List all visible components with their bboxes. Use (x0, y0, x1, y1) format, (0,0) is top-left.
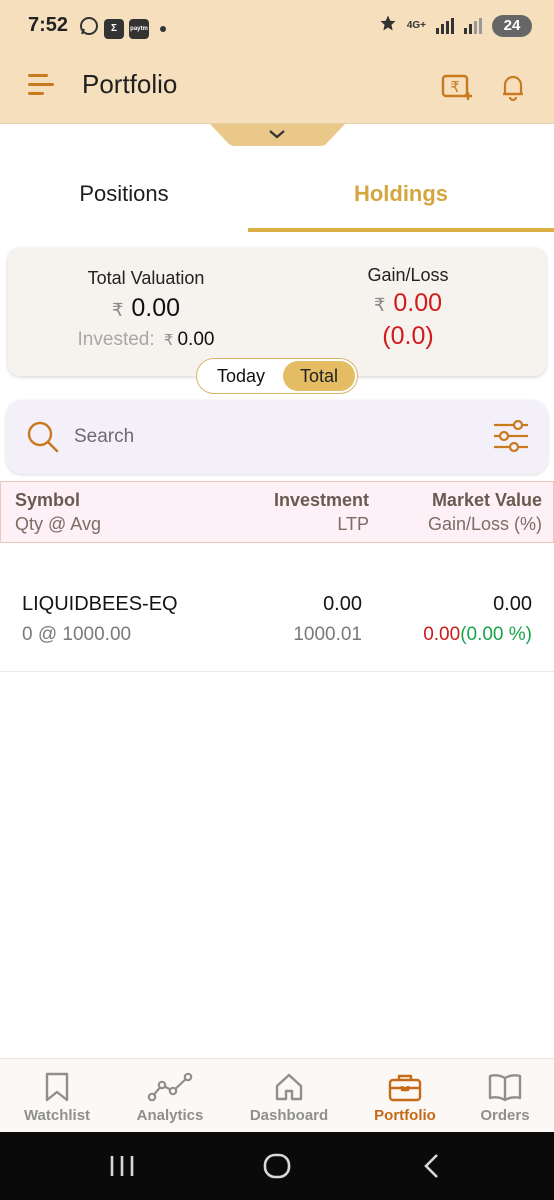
total-valuation-row: ₹0.00 (8, 294, 284, 323)
row-investment: 0.00 (323, 593, 362, 615)
home-button-icon[interactable] (263, 1152, 291, 1185)
search-bar (6, 400, 548, 474)
bell-icon[interactable] (496, 70, 530, 104)
toggle-today[interactable]: Today (201, 361, 281, 391)
back-icon[interactable] (420, 1152, 444, 1185)
recent-apps-icon[interactable] (108, 1154, 136, 1183)
row-symbol: LIQUIDBEES-EQ (22, 593, 178, 615)
expand-handle[interactable] (210, 124, 345, 146)
header-symbol: Symbol (15, 490, 81, 510)
portfolio-tabs: Positions Holdings (0, 160, 554, 232)
valuation-column: Total Valuation ₹0.00 Invested: ₹0.00 (8, 248, 284, 351)
briefcase-icon (388, 1074, 422, 1102)
tab-positions[interactable]: Positions (0, 160, 248, 228)
header-qty-avg: Qty @ Avg (15, 514, 101, 534)
tab-holdings[interactable]: Holdings (248, 160, 554, 228)
network-type: 4G+ (406, 19, 426, 31)
menu-icon[interactable] (28, 74, 54, 96)
bookmark-icon (45, 1072, 69, 1102)
total-valuation-value: 0.00 (131, 294, 181, 322)
gain-loss-column: Gain/Loss ₹0.00 (0.0) (298, 248, 518, 351)
summary-card: Total Valuation ₹0.00 Invested: ₹0.00 Ga… (8, 248, 546, 376)
search-input[interactable] (74, 420, 454, 454)
nav-label-portfolio: Portfolio (374, 1107, 436, 1124)
rupee-icon-small: ₹ (163, 331, 174, 349)
row-qty-avg: 0 @ 1000.00 (22, 624, 132, 645)
add-funds-icon[interactable]: ₹ (440, 70, 474, 104)
row-gain-loss: 0.00(0.00 %) (423, 624, 532, 646)
book-icon (488, 1074, 522, 1102)
nav-analytics[interactable]: Analytics (125, 1059, 215, 1133)
home-icon (275, 1073, 303, 1101)
total-valuation-label: Total Valuation (87, 268, 205, 288)
gain-loss-label: Gain/Loss (367, 265, 449, 285)
star-icon (379, 14, 397, 37)
status-right: 4G+ 24 (379, 14, 532, 37)
status-bar: 7:52 Σ paytm 4G+ 24 (0, 0, 554, 52)
header-market-value: Market Value (431, 490, 542, 510)
today-total-toggle: Today Total (196, 358, 358, 394)
gain-loss-value: 0.00 (393, 289, 443, 317)
toggle-total[interactable]: Total (283, 361, 355, 391)
header-investment: Investment (273, 490, 369, 510)
nav-label-watchlist: Watchlist (23, 1107, 91, 1124)
system-nav-bar (0, 1132, 554, 1200)
gain-loss-percent: (0.0) (382, 322, 434, 350)
more-notifications-dot (160, 25, 166, 32)
nav-label-orders: Orders (480, 1107, 530, 1124)
gain-loss-row: ₹0.00 (298, 289, 518, 318)
paytm-icon: paytm (129, 18, 149, 39)
nav-dashboard[interactable]: Dashboard (239, 1059, 339, 1133)
invested-row: Invested: ₹0.00 (8, 329, 284, 351)
nav-orders[interactable]: Orders (468, 1059, 542, 1133)
active-tab-indicator (248, 228, 554, 232)
whatsapp-icon (79, 16, 99, 41)
nav-portfolio[interactable]: Portfolio (362, 1059, 448, 1133)
invested-value: 0.00 (177, 329, 215, 350)
rupee-icon: ₹ (111, 300, 124, 321)
signal-icon-2 (464, 17, 482, 34)
page-title: Portfolio (82, 69, 178, 99)
header-ltp: LTP (337, 514, 369, 534)
holdings-table-header: Symbol Qty @ Avg Investment LTP Market V… (0, 481, 554, 543)
nav-label-dashboard: Dashboard (249, 1107, 329, 1124)
sigma-icon: Σ (104, 18, 124, 39)
notification-icons: Σ paytm (79, 16, 166, 41)
row-gain-loss-percent: (0.00 %) (460, 624, 532, 645)
app-bar: Portfolio ₹ (0, 52, 554, 124)
svg-text:₹: ₹ (450, 78, 460, 96)
rupee-icon-gl: ₹ (373, 295, 386, 316)
filter-icon[interactable] (492, 418, 530, 454)
table-row[interactable]: LIQUIDBEES-EQ 0 @ 1000.00 0.00 1000.01 0… (0, 576, 554, 672)
header-gain-loss: Gain/Loss (%) (427, 514, 542, 534)
top-bar: 7:52 Σ paytm 4G+ 24 Portfolio ₹ (0, 0, 554, 124)
invested-label: Invested: (77, 329, 155, 350)
row-market-value: 0.00 (493, 593, 532, 615)
status-time: 7:52 (28, 14, 69, 36)
nav-label-analytics: Analytics (136, 1107, 204, 1124)
row-ltp: 1000.01 (293, 624, 362, 645)
bottom-nav: Watchlist Analytics Dashboard Portfolio (0, 1058, 554, 1132)
analytics-icon (147, 1072, 193, 1102)
signal-icon (436, 17, 454, 34)
search-icon[interactable] (26, 420, 60, 454)
battery-badge: 24 (492, 14, 532, 37)
row-gain-loss-value: 0.00 (423, 624, 461, 645)
nav-watchlist[interactable]: Watchlist (14, 1059, 100, 1133)
